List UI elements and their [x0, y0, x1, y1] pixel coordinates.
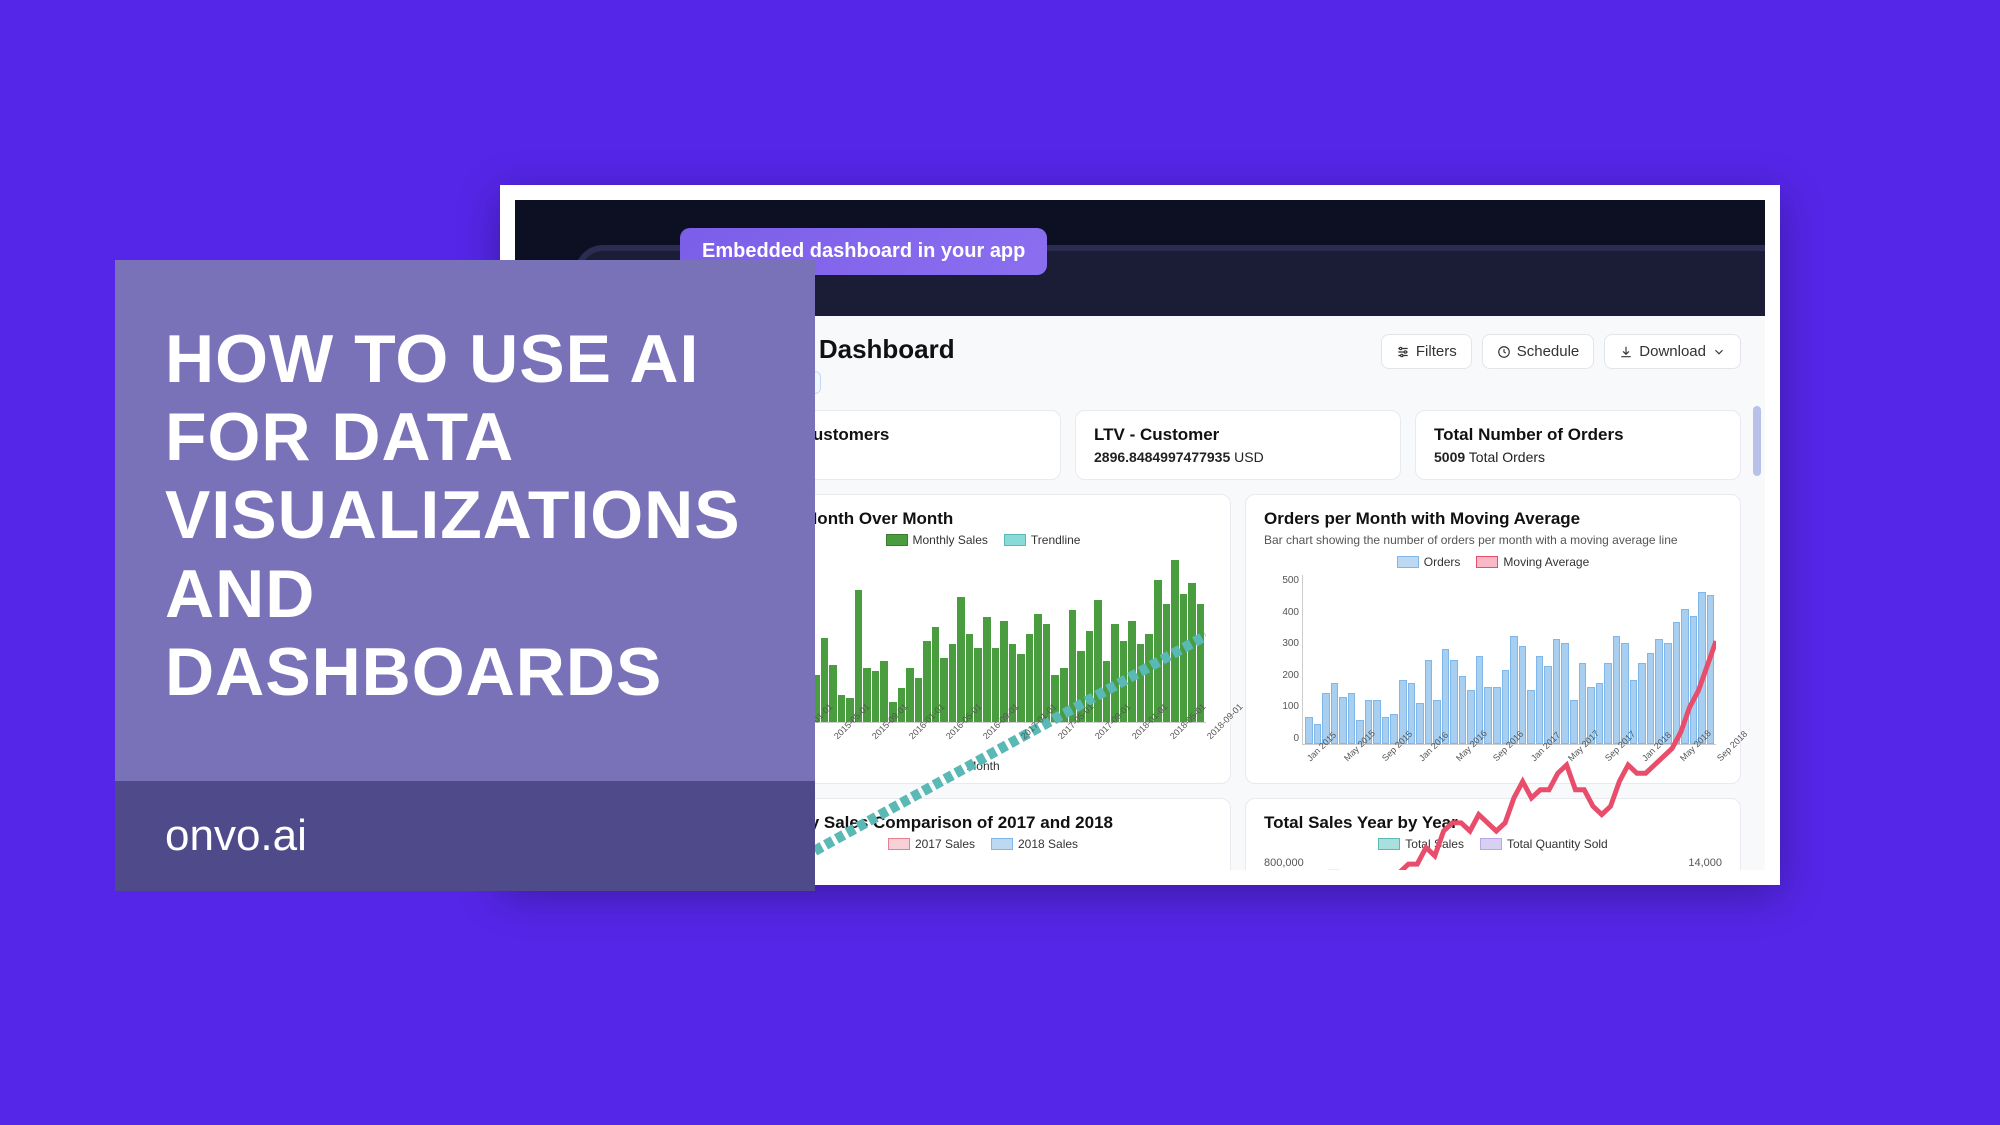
dashboard-panel: merce Dashboard efreshing... Filters Sch…: [711, 316, 1765, 870]
legend-item: Moving Average: [1476, 555, 1589, 569]
chart-title: Orders per Month with Moving Average: [1264, 509, 1722, 529]
stat-title: Total Number of Orders: [1434, 425, 1722, 445]
legend-swatch: [888, 838, 910, 850]
filters-label: Filters: [1416, 343, 1457, 360]
stat-card-ltv[interactable]: LTV - Customer 2896.8484997477935 USD: [1075, 410, 1401, 480]
y-tick-right: 14,000: [1688, 857, 1722, 869]
embedded-badge-label: Embedded dashboard in your app: [702, 240, 1025, 262]
legend-item: Total Quantity Sold: [1480, 837, 1608, 851]
promo-title-block: HOW TO USE AI FOR DATA VISUALIZATIONS AN…: [115, 260, 815, 781]
chart-subtitle: Bar chart showing the number of orders p…: [1264, 533, 1722, 547]
dashboard-actions: Filters Schedule Download: [1381, 334, 1741, 369]
legend-item: 2017 Sales: [888, 837, 975, 851]
stat-unit: Total Orders: [1469, 449, 1545, 465]
x-axis-label: Month: [754, 759, 1212, 773]
charts-row-1: Sales Month Over Month Monthly Sales Tre…: [735, 494, 1741, 784]
filters-button[interactable]: Filters: [1381, 334, 1472, 369]
promo-overlay: HOW TO USE AI FOR DATA VISUALIZATIONS AN…: [115, 260, 815, 891]
chart-legend: Orders Moving Average: [1264, 555, 1722, 569]
chart-bars: [1305, 575, 1714, 744]
legend-swatch: [1004, 534, 1026, 546]
legend-item: Monthly Sales: [886, 533, 988, 547]
legend-label: Total Sales: [1405, 837, 1464, 851]
promo-brand-block: onvo.ai: [115, 781, 815, 891]
promo-brand: onvo.ai: [165, 811, 307, 860]
stat-value: 5009 Total Orders: [1434, 449, 1722, 465]
legend-label: Moving Average: [1503, 555, 1589, 569]
download-icon: [1619, 345, 1633, 359]
download-label: Download: [1639, 343, 1706, 360]
stat-unit: USD: [1234, 449, 1264, 465]
charts-row-2: Monthly Sales Comparison of 2017 and 201…: [735, 798, 1741, 870]
legend-swatch: [1397, 556, 1419, 568]
legend-label: Trendline: [1031, 533, 1081, 547]
clock-icon: [1497, 345, 1511, 359]
legend-item: 2018 Sales: [991, 837, 1078, 851]
chart-legend: 2017 Sales 2018 Sales: [754, 837, 1212, 851]
chart-bars: [795, 553, 1204, 722]
scrollbar[interactable]: [1753, 406, 1761, 850]
scroll-thumb[interactable]: [1753, 406, 1761, 476]
chart-title: Sales Month Over Month: [754, 509, 1212, 529]
stat-num: 5009: [1434, 449, 1465, 465]
legend-swatch: [1378, 838, 1400, 850]
legend-swatch: [886, 534, 908, 546]
sliders-icon: [1396, 345, 1410, 359]
chart-title: Monthly Sales Comparison of 2017 and 201…: [754, 813, 1212, 833]
chevron-down-icon: [1712, 345, 1726, 359]
y-tick: 120,000: [758, 857, 1212, 869]
chart-plot-area: 5004003002001000: [1302, 575, 1716, 745]
stat-card-orders[interactable]: Total Number of Orders 5009 Total Orders: [1415, 410, 1741, 480]
legend-item: Total Sales: [1378, 837, 1464, 851]
legend-item: Orders: [1397, 555, 1461, 569]
dashboard-header: merce Dashboard efreshing... Filters Sch…: [735, 334, 1741, 394]
chart-plot-area: 0000000000000000: [792, 553, 1206, 723]
stat-cards-row: of All Customers unt LTV - Customer 2896…: [735, 410, 1741, 480]
stat-num: 2896.8484997477935: [1094, 449, 1230, 465]
y-ticks-dual: 800,000 14,000: [1264, 857, 1722, 869]
stat-value: 2896.8484997477935 USD: [1094, 449, 1382, 465]
chart-sales-yearly[interactable]: Total Sales Year by Year Total Sales Tot…: [1245, 798, 1741, 870]
legend-swatch: [1476, 556, 1498, 568]
chart-orders-ma[interactable]: Orders per Month with Moving Average Bar…: [1245, 494, 1741, 784]
download-button[interactable]: Download: [1604, 334, 1741, 369]
schedule-label: Schedule: [1517, 343, 1580, 360]
legend-item: Trendline: [1004, 533, 1081, 547]
legend-swatch: [991, 838, 1013, 850]
x-axis-ticks: 2015-01-012015-05-012015-09-012016-01-01…: [792, 727, 1212, 737]
y-tick-left: 800,000: [1264, 857, 1304, 869]
schedule-button[interactable]: Schedule: [1482, 334, 1595, 369]
chart-title: Total Sales Year by Year: [1264, 813, 1722, 833]
legend-label: 2017 Sales: [915, 837, 975, 851]
stat-title: LTV - Customer: [1094, 425, 1382, 445]
chart-legend: Total Sales Total Quantity Sold: [1264, 837, 1722, 851]
legend-label: Orders: [1424, 555, 1461, 569]
y-axis-ticks: 5004003002001000: [1263, 575, 1299, 744]
chart-legend: Monthly Sales Trendline: [754, 533, 1212, 547]
legend-label: Monthly Sales: [913, 533, 988, 547]
legend-label: 2018 Sales: [1018, 837, 1078, 851]
x-axis-ticks: Jan 2015May 2015Sep 2015Jan 2016May 2016…: [1302, 749, 1722, 759]
legend-label: Total Quantity Sold: [1507, 837, 1608, 851]
promo-title: HOW TO USE AI FOR DATA VISUALIZATIONS AN…: [165, 320, 765, 711]
legend-swatch: [1480, 838, 1502, 850]
